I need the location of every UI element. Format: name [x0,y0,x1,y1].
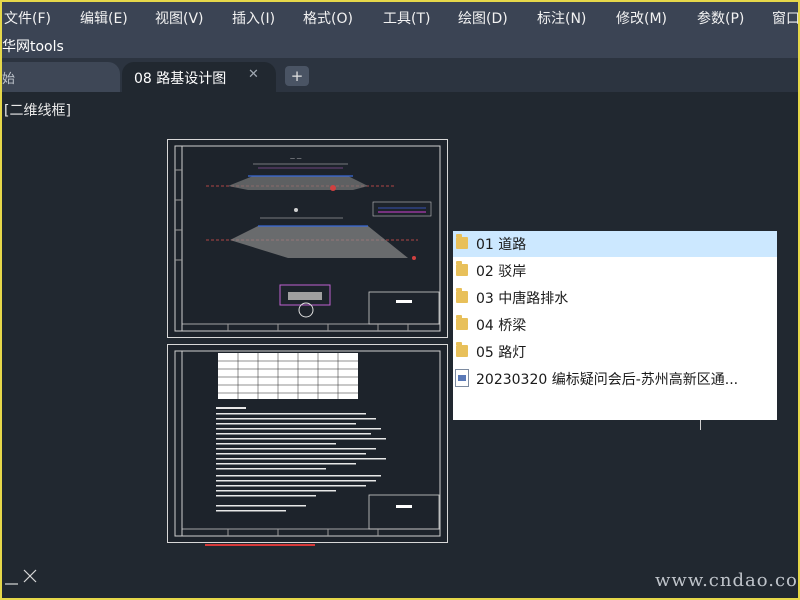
menu-bar: 文件(F) 编辑(E) 视图(V) 插入(I) 格式(O) 工具(T) 绘图(D… [0,0,800,34]
popup-item-label: 01 道路 [476,237,527,253]
menu-draw[interactable]: 绘图(D) [458,8,508,28]
menu-view[interactable]: 视图(V) [155,8,204,28]
folder-popup: 01 道路 02 驳岸 03 中唐路排水 04 桥梁 05 路灯 2023032… [453,231,777,420]
folder-icon [456,288,468,303]
folder-icon [456,261,468,276]
menu-edit[interactable]: 编辑(E) [80,8,128,28]
popup-item-label: 03 中唐路排水 [476,291,569,307]
menu-format[interactable]: 格式(O) [303,8,353,28]
folder-icon [456,342,468,357]
document-tab-bar: 始 08 路基设计图 ✕ + [0,58,800,92]
sheet-caption-redline [205,544,315,546]
watermark-text: www.cndao.com [655,570,800,591]
document-icon [455,369,469,387]
new-tab-button[interactable]: + [285,66,309,86]
menu-modify[interactable]: 修改(M) [616,8,667,28]
popup-item-streetlights[interactable]: 05 路灯 [453,339,777,365]
close-icon[interactable]: ✕ [248,67,259,82]
menu-insert[interactable]: 插入(I) [232,8,275,28]
popup-item-label: 20230320 编标疑问会后-苏州高新区通... [476,372,739,388]
popup-item-label: 02 驳岸 [476,264,527,280]
popup-item-bridges[interactable]: 04 桥梁 [453,312,777,338]
menu-parametric[interactable]: 参数(P) [697,8,744,28]
cursor-crosshair [700,420,701,430]
drawing-sheet-bottom-graphics [174,350,441,547]
menu-tools[interactable]: 工具(T) [383,8,430,28]
plugin-tools-label[interactable]: 华网tools [2,36,64,56]
folder-icon [456,234,468,249]
svg-text:— —: — — [290,156,302,162]
tab-start-label: 始 [2,72,16,87]
visual-style-label[interactable]: [二维线框] [4,100,71,120]
ucs-axis-icon [5,569,37,585]
menu-window[interactable]: 窗口 [772,8,800,28]
tab-roadbed-design-label: 08 路基设计图 [134,71,227,87]
tab-roadbed-design[interactable]: 08 路基设计图 ✕ [122,62,276,92]
popup-item-document[interactable]: 20230320 编标疑问会后-苏州高新区通... [453,366,777,392]
plugin-toolbar: 华网tools [0,34,800,58]
popup-item-roads[interactable]: 01 道路 [453,231,777,257]
folder-icon [456,315,468,330]
popup-item-drainage[interactable]: 03 中唐路排水 [453,285,777,311]
drawing-sheet-top-graphics: — — [174,145,441,332]
tab-start[interactable]: 始 [0,62,120,92]
menu-file[interactable]: 文件(F) [4,8,51,28]
drawing-sheet-bottom[interactable] [167,344,448,547]
drawing-sheet-top[interactable]: — — [167,139,448,338]
menu-dimension[interactable]: 标注(N) [537,8,586,28]
popup-item-label: 05 路灯 [476,345,527,361]
popup-item-revetment[interactable]: 02 驳岸 [453,258,777,284]
popup-item-label: 04 桥梁 [476,318,527,334]
